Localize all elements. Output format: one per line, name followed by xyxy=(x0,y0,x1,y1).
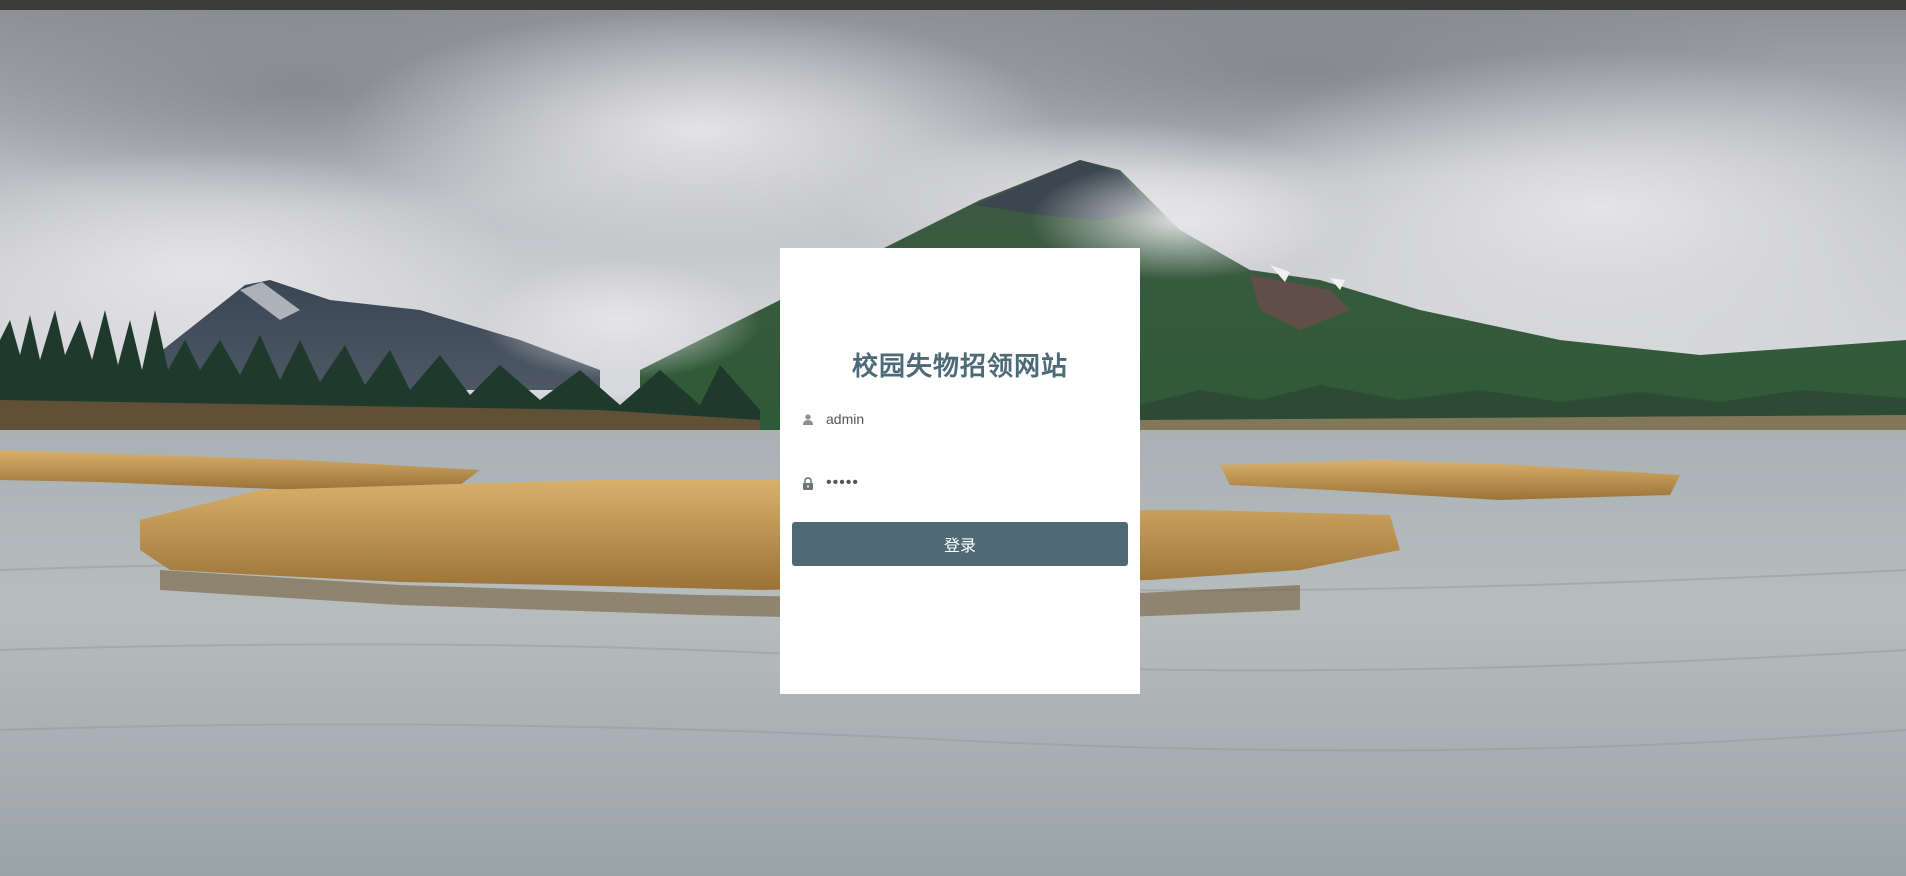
lock-icon xyxy=(798,473,818,493)
username-field[interactable] xyxy=(798,402,1122,436)
username-input[interactable] xyxy=(826,407,1122,431)
password-input[interactable] xyxy=(826,471,1122,495)
password-field[interactable] xyxy=(798,466,1122,500)
login-button[interactable]: 登录 xyxy=(792,522,1128,566)
browser-top-bar xyxy=(0,0,1906,10)
user-icon xyxy=(798,409,818,429)
page-title: 校园失物招领网站 xyxy=(851,352,1068,382)
login-card: 校园失物招领网站 登录 xyxy=(780,248,1140,694)
